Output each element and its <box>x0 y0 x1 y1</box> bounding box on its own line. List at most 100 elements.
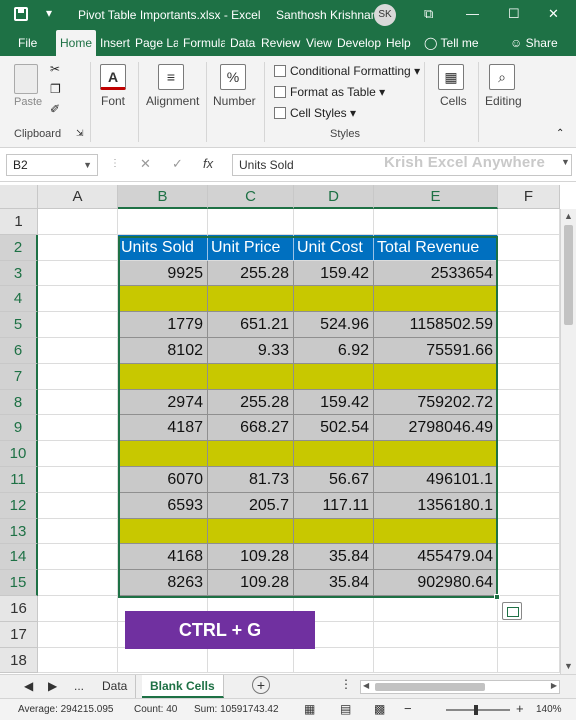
row-header[interactable]: 13 <box>0 519 38 544</box>
cell[interactable] <box>38 286 118 312</box>
chevron-down-icon[interactable]: ▼ <box>83 155 92 175</box>
copy-icon[interactable]: ❐ <box>50 82 61 96</box>
cell[interactable] <box>374 209 498 235</box>
cell[interactable] <box>38 415 118 441</box>
blank-cell[interactable] <box>208 441 294 467</box>
scroll-up-icon[interactable]: ▲ <box>564 211 573 221</box>
table-header-cell[interactable]: Unit Price <box>208 235 294 261</box>
table-cell[interactable]: 455479.04 <box>374 544 498 570</box>
table-cell[interactable]: 2974 <box>118 390 208 415</box>
page-break-view-icon[interactable]: ▩ <box>374 702 385 716</box>
tab-help[interactable]: Help <box>386 30 412 56</box>
table-cell[interactable]: 6070 <box>118 467 208 493</box>
table-cell[interactable]: 205.7 <box>208 493 294 519</box>
cell[interactable] <box>498 261 560 286</box>
table-cell[interactable]: 902980.64 <box>374 570 498 596</box>
cell[interactable] <box>208 209 294 235</box>
tell-me-search[interactable]: ◯ Tell me <box>424 30 484 56</box>
select-all-corner[interactable] <box>0 185 38 209</box>
table-cell[interactable]: 759202.72 <box>374 390 498 415</box>
table-cell[interactable]: 1356180.1 <box>374 493 498 519</box>
table-cell[interactable]: 8263 <box>118 570 208 596</box>
tab-data[interactable]: Data <box>230 30 256 56</box>
blank-cell[interactable] <box>118 364 208 390</box>
prev-sheet-icon[interactable]: ◀ <box>24 679 33 693</box>
scrollbar-thumb[interactable] <box>375 683 485 691</box>
close-icon[interactable]: ✕ <box>548 6 559 22</box>
scissors-icon[interactable]: ✂ <box>50 62 60 76</box>
table-header-cell[interactable]: Total Revenue <box>374 235 498 261</box>
column-header-b[interactable]: B <box>118 185 208 209</box>
row-header[interactable]: 3 <box>0 261 38 286</box>
column-header-a[interactable]: A <box>38 185 118 209</box>
column-header-d[interactable]: D <box>294 185 374 209</box>
zoom-slider-knob[interactable] <box>474 705 478 715</box>
row-header[interactable]: 18 <box>0 648 38 673</box>
cell[interactable] <box>38 441 118 467</box>
table-cell[interactable]: 8102 <box>118 338 208 364</box>
table-cell[interactable]: 109.28 <box>208 544 294 570</box>
row-header[interactable]: 16 <box>0 596 38 622</box>
cell[interactable] <box>498 209 560 235</box>
cell[interactable] <box>208 648 294 673</box>
quick-analysis-icon[interactable] <box>502 602 522 620</box>
blank-cell[interactable] <box>374 364 498 390</box>
cell[interactable] <box>498 390 560 415</box>
row-header[interactable]: 5 <box>0 312 38 338</box>
cell[interactable] <box>38 209 118 235</box>
row-header[interactable]: 14 <box>0 544 38 570</box>
cell[interactable] <box>38 648 118 673</box>
row-header[interactable]: 10 <box>0 441 38 467</box>
table-cell[interactable]: 6.92 <box>294 338 374 364</box>
cell[interactable] <box>498 415 560 441</box>
table-cell[interactable]: 9925 <box>118 261 208 286</box>
fill-handle[interactable] <box>494 594 500 600</box>
cell[interactable] <box>294 209 374 235</box>
cell[interactable] <box>498 622 560 648</box>
row-header[interactable]: 8 <box>0 390 38 415</box>
zoom-in-button[interactable]: + <box>516 701 524 716</box>
table-header-cell[interactable]: Units Sold <box>118 235 208 261</box>
insert-function-icon[interactable]: fx <box>203 156 213 171</box>
table-cell[interactable]: 56.67 <box>294 467 374 493</box>
cell[interactable] <box>498 286 560 312</box>
tab-review[interactable]: Review <box>261 30 301 56</box>
cell[interactable] <box>498 364 560 390</box>
zoom-slider[interactable] <box>446 709 510 711</box>
cell[interactable] <box>374 648 498 673</box>
sheet-tab-blank-cells[interactable]: Blank Cells <box>142 675 224 698</box>
blank-cell[interactable] <box>374 519 498 544</box>
collapse-ribbon-icon[interactable]: ⌃ <box>556 128 564 139</box>
cell[interactable] <box>38 338 118 364</box>
row-header[interactable]: 12 <box>0 493 38 519</box>
cell[interactable] <box>38 364 118 390</box>
cell[interactable] <box>38 596 118 622</box>
table-cell[interactable]: 1158502.59 <box>374 312 498 338</box>
column-header-e[interactable]: E <box>374 185 498 209</box>
table-cell[interactable]: 668.27 <box>208 415 294 441</box>
blank-cell[interactable] <box>374 286 498 312</box>
format-painter-icon[interactable]: ✐ <box>50 102 60 116</box>
tab-formulas[interactable]: Formulas <box>183 30 225 56</box>
scroll-down-icon[interactable]: ▼ <box>564 661 573 671</box>
add-sheet-button[interactable]: + <box>252 676 270 694</box>
format-as-table-button[interactable]: Format as Table ▾ <box>274 85 385 99</box>
table-cell[interactable]: 6593 <box>118 493 208 519</box>
row-header[interactable]: 17 <box>0 622 38 648</box>
tab-home[interactable]: Home <box>56 30 96 56</box>
vertical-scrollbar[interactable]: ▲ ▼ <box>560 209 576 674</box>
minimize-icon[interactable]: — <box>466 6 479 21</box>
cell[interactable] <box>38 390 118 415</box>
ribbon-display-icon[interactable]: ⧉ <box>424 6 433 22</box>
row-header[interactable]: 2 <box>0 235 38 261</box>
quick-access-dropdown[interactable]: ▾ <box>46 6 52 20</box>
table-cell[interactable]: 81.73 <box>208 467 294 493</box>
cell-styles-button[interactable]: Cell Styles ▾ <box>274 106 356 120</box>
blank-cell[interactable] <box>374 441 498 467</box>
table-cell[interactable]: 159.42 <box>294 390 374 415</box>
expand-formula-bar-icon[interactable]: ▼ <box>561 157 570 167</box>
cell[interactable] <box>498 519 560 544</box>
save-icon[interactable] <box>14 7 28 21</box>
cell[interactable] <box>38 467 118 493</box>
cell[interactable] <box>38 570 118 596</box>
